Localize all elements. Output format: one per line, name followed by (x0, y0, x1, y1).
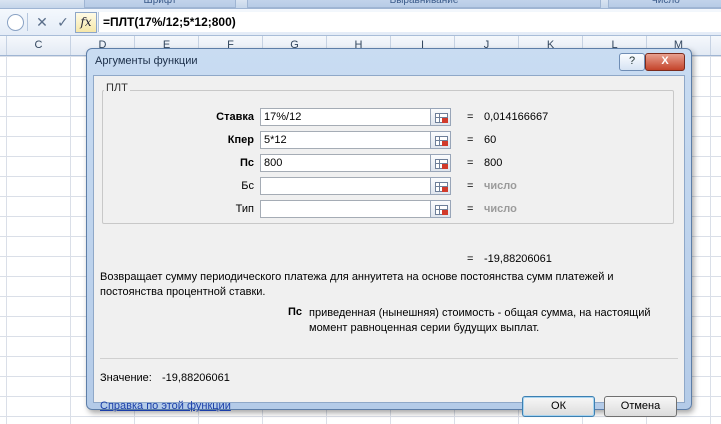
collapse-dialog-type-icon[interactable] (430, 200, 451, 218)
arg-result-fv: число (484, 180, 517, 192)
arg-input-pv[interactable] (260, 154, 432, 172)
formula-bar-separator (27, 13, 28, 31)
function-result-preview: -19,88206061 (484, 253, 552, 265)
function-name-label: ПЛТ (104, 82, 130, 94)
dialog-help-button[interactable]: ? (619, 53, 645, 71)
cancel-entry-icon[interactable]: ✕ (32, 12, 52, 32)
arg-equals-fv: = (467, 180, 474, 192)
ribbon-group-alignment[interactable]: Выравнивание (247, 0, 601, 8)
current-param-name: Пс (288, 306, 303, 318)
function-description: Возвращает сумму периодического платежа … (100, 271, 614, 298)
insert-function-icon[interactable]: fx (75, 12, 97, 33)
arg-input-fv[interactable] (260, 177, 432, 195)
dialog-body: ПЛТ Ставка = 0,014166667 Кпер = 60 Пс = … (93, 75, 685, 417)
arg-input-rate[interactable] (260, 108, 432, 126)
confirm-entry-icon[interactable]: ✓ (53, 12, 73, 32)
collapse-dialog-rate-icon[interactable] (430, 108, 451, 126)
column-header-partial (0, 36, 7, 55)
total-equals: = (467, 253, 474, 265)
arg-result-rate: 0,014166667 (484, 111, 549, 123)
arg-equals-type: = (467, 203, 474, 215)
ok-button[interactable]: ОК (522, 396, 595, 417)
arg-label-rate: Ставка (216, 111, 254, 123)
cancel-button[interactable]: Отмена (604, 396, 677, 417)
column-header-c[interactable]: C (7, 36, 71, 55)
arg-label-fv: Бс (241, 180, 254, 192)
arg-result-nper: 60 (484, 134, 497, 146)
arg-label-pv: Пс (239, 157, 254, 169)
function-help-link[interactable]: Справка по этой функции (100, 400, 231, 412)
dialog-close-button[interactable]: X (645, 53, 685, 71)
arg-equals-pv: = (467, 157, 474, 169)
formula-input[interactable]: =ПЛТ(17%/12;5*12;800) (98, 12, 721, 32)
dialog-title: Аргументы функции (95, 55, 198, 67)
ribbon: Шрифт Выравнивание Число (0, 0, 721, 9)
collapse-dialog-pv-icon[interactable] (430, 154, 451, 172)
arg-equals-rate: = (467, 111, 474, 123)
arg-equals-nper: = (467, 134, 474, 146)
arg-result-type: число (484, 203, 517, 215)
dialog-divider (100, 358, 678, 359)
arg-label-nper: Кпер (227, 134, 254, 146)
ribbon-group-font[interactable]: Шрифт (84, 0, 236, 8)
name-box-dropdown-button[interactable] (7, 14, 24, 31)
arg-input-nper[interactable] (260, 131, 432, 149)
arg-result-pv: 800 (484, 157, 503, 169)
arg-label-type: Тип (235, 203, 254, 215)
collapse-dialog-fv-icon[interactable] (430, 177, 451, 195)
function-arguments-dialog: Аргументы функции ? X ПЛТ Ставка = 0,014… (86, 48, 692, 417)
current-param-description: приведенная (нынешняя) стоимость - общая… (309, 307, 651, 334)
collapse-dialog-nper-icon[interactable] (430, 131, 451, 149)
formula-bar: ✕ ✓ fx =ПЛТ(17%/12;5*12;800) (0, 9, 721, 36)
value-label: Значение: (100, 372, 152, 384)
formula-value: -19,88206061 (162, 372, 230, 384)
arg-input-type[interactable] (260, 200, 432, 218)
ribbon-group-number[interactable]: Число (608, 0, 721, 8)
